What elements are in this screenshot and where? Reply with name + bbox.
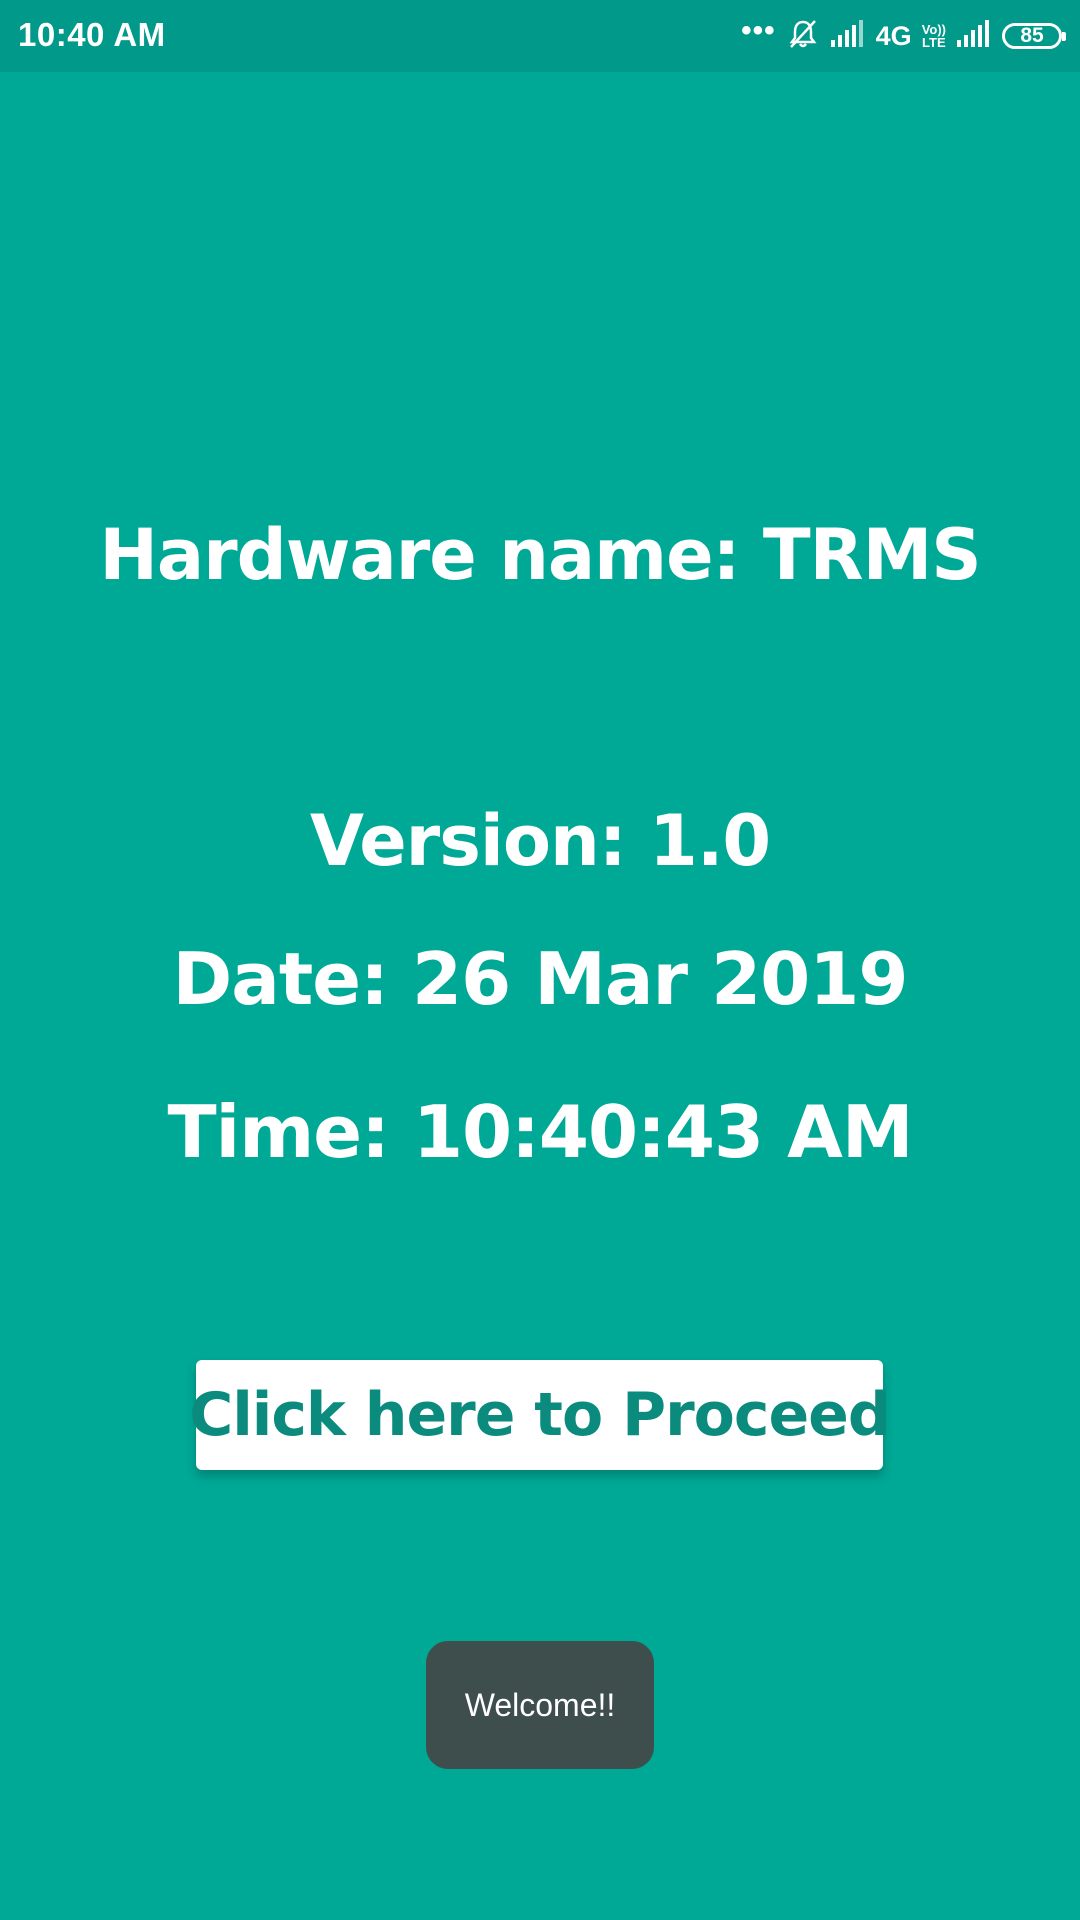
proceed-button-label: Click here to Proceed <box>189 1380 891 1450</box>
time: Time: 10:40:43 AM <box>167 1090 913 1174</box>
status-time: 10:40 AM <box>18 16 166 53</box>
status-bar: 10:40 AM ••• 4G Vo)) LTE 85 <box>0 0 1080 72</box>
proceed-button[interactable]: Click here to Proceed <box>189 1360 891 1470</box>
signal-icon <box>830 19 866 53</box>
battery-level: 85 <box>1020 24 1044 47</box>
volte-bottom: LTE <box>922 35 946 50</box>
battery-icon: 85 <box>1002 23 1066 49</box>
status-icons: ••• 4G Vo)) LTE 85 <box>741 14 1066 56</box>
date: Date: 26 Mar 2019 <box>172 937 909 1021</box>
signal-icon-2 <box>956 19 992 53</box>
version: Version: 1.0 <box>309 800 771 882</box>
hardware-name: Hardware name: TRMS <box>99 514 981 596</box>
notifications-muted-icon <box>786 17 820 56</box>
more-dots-icon: ••• <box>741 14 776 47</box>
welcome-toast: Welcome!! <box>426 1641 654 1769</box>
toast-message: Welcome!! <box>464 1686 616 1723</box>
volte-icon: Vo)) LTE <box>922 23 946 49</box>
network-type: 4G <box>875 20 912 51</box>
